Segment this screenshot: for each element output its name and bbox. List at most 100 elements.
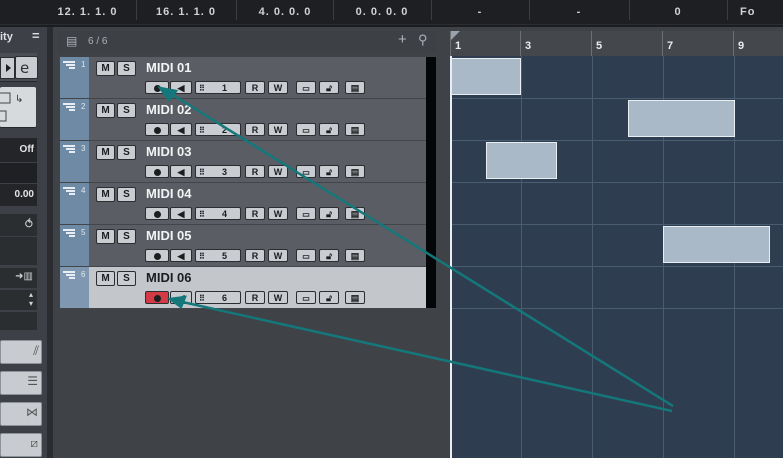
read-automation-button[interactable]: R <box>245 249 265 262</box>
edit-button[interactable]: ▤ <box>345 207 365 220</box>
solo-button[interactable]: S <box>117 271 136 286</box>
write-automation-button[interactable]: W <box>268 123 288 136</box>
midi-part[interactable] <box>663 226 770 263</box>
lock-button[interactable]: 🔓︎ <box>319 207 339 220</box>
status-cell-6[interactable]: - <box>530 0 628 24</box>
track-name[interactable]: MIDI 03 <box>146 144 192 159</box>
inspector-menu-icon[interactable]: = <box>32 28 40 43</box>
mute-button[interactable]: M <box>96 61 115 76</box>
instrument-button[interactable]: ▭ <box>296 291 316 304</box>
mute-button[interactable]: M <box>96 187 115 202</box>
inspector-value-row-off[interactable]: Off <box>0 138 37 162</box>
midi-channel-field[interactable]: ⠿ 3 <box>195 165 241 178</box>
monitor-button[interactable]: ◀ <box>170 207 192 220</box>
midi-channel-field[interactable]: ⠿ 2 <box>195 123 241 136</box>
status-cell-8[interactable]: Fo <box>740 0 783 24</box>
record-enable-button[interactable] <box>145 123 169 136</box>
track-color-strip[interactable]: 5 <box>60 225 89 266</box>
edit-button[interactable]: ▤ <box>345 165 365 178</box>
solo-button[interactable]: S <box>117 229 136 244</box>
midi-channel-field[interactable]: ⠿ 6 <box>195 291 241 304</box>
read-automation-button[interactable]: R <box>245 123 265 136</box>
track-row[interactable]: 6 M S MIDI 06 ◀ ⠿ 6 R W ▭ 🔓︎ ▤ <box>60 267 436 309</box>
project-cursor[interactable] <box>450 56 452 458</box>
midi-part[interactable] <box>628 100 735 137</box>
midi-part[interactable] <box>450 58 521 95</box>
track-row[interactable]: 4 M S MIDI 04 ◀ ⠿ 4 R W ▭ 🔓︎ ▤ <box>60 183 436 225</box>
record-enable-button[interactable] <box>145 165 169 178</box>
record-enable-button[interactable] <box>145 207 169 220</box>
track-name[interactable]: MIDI 05 <box>146 228 192 243</box>
track-name[interactable]: MIDI 01 <box>146 60 192 75</box>
track-color-strip[interactable]: 3 <box>60 141 89 182</box>
status-cell-5[interactable]: - <box>432 0 528 24</box>
midi-part[interactable] <box>486 142 557 179</box>
track-name[interactable]: MIDI 02 <box>146 102 192 117</box>
mute-button[interactable]: M <box>96 229 115 244</box>
inspector-section-expression[interactable]: ⫽ <box>0 340 42 364</box>
play-icon[interactable] <box>0 57 15 79</box>
instrument-button[interactable]: ▭ <box>296 81 316 94</box>
track-color-strip[interactable]: 1 <box>60 57 89 98</box>
track-row[interactable]: 3 M S MIDI 03 ◀ ⠿ 3 R W ▭ 🔓︎ ▤ <box>60 141 436 183</box>
solo-button[interactable]: S <box>117 187 136 202</box>
monitor-button[interactable]: ◀ <box>170 81 192 94</box>
edit-button[interactable]: ▤ <box>345 123 365 136</box>
output-arrow-icon[interactable]: ➜▥ <box>15 271 33 282</box>
status-cell-offset[interactable]: 0. 0. 0. 0 <box>334 0 430 24</box>
reset-icon[interactable]: ⥀ <box>25 217 33 231</box>
write-automation-button[interactable]: W <box>268 165 288 178</box>
record-enable-button[interactable] <box>145 291 169 304</box>
inspector-section-notepad[interactable]: ⧄ <box>0 433 42 457</box>
timeline-ruler[interactable]: 1 3 5 7 9 <box>450 31 783 56</box>
instrument-button[interactable]: ▭ <box>296 207 316 220</box>
read-automation-button[interactable]: R <box>245 207 265 220</box>
midi-channel-field[interactable]: ⠿ 4 <box>195 207 241 220</box>
instrument-button[interactable]: ▭ <box>296 123 316 136</box>
midi-channel-field[interactable]: ⠿ 1 <box>195 81 241 94</box>
status-cell-left-locator[interactable]: 12. 1. 1. 0 <box>40 0 135 24</box>
track-name[interactable]: MIDI 06 <box>146 270 192 285</box>
inspector-row-output[interactable]: ➜▥ <box>0 268 37 288</box>
midi-channel-field[interactable]: ⠿ 5 <box>195 249 241 262</box>
track-list-splitter[interactable] <box>426 57 436 308</box>
monitor-button[interactable]: ◀ <box>170 123 192 136</box>
record-enable-button[interactable] <box>145 249 169 262</box>
write-automation-button[interactable]: W <box>268 249 288 262</box>
instrument-button[interactable]: ▭ <box>296 249 316 262</box>
mute-button[interactable]: M <box>96 103 115 118</box>
add-track-icon[interactable]: + <box>398 31 407 48</box>
read-automation-button[interactable]: R <box>245 165 265 178</box>
status-cell-right-locator[interactable]: 16. 1. 1. 0 <box>137 0 235 24</box>
lock-button[interactable]: 🔓︎ <box>319 291 339 304</box>
track-name[interactable]: MIDI 04 <box>146 186 192 201</box>
solo-button[interactable]: S <box>117 103 136 118</box>
write-automation-button[interactable]: W <box>268 207 288 220</box>
write-automation-button[interactable]: W <box>268 291 288 304</box>
solo-button[interactable]: S <box>117 145 136 160</box>
track-row[interactable]: 1 M S MIDI 01 ◀ ⠿ 1 R W ▭ 🔓︎ ▤ <box>60 57 436 99</box>
lock-button[interactable]: 🔓︎ <box>319 123 339 136</box>
lock-button[interactable]: 🔓︎ <box>319 81 339 94</box>
track-color-strip[interactable]: 2 <box>60 99 89 140</box>
edit-button[interactable]: ▤ <box>345 291 365 304</box>
read-automation-button[interactable]: R <box>245 81 265 94</box>
inspector-row-dropdown[interactable]: ▴ ▾ <box>0 290 37 310</box>
track-row[interactable]: 5 M S MIDI 05 ◀ ⠿ 5 R W ▭ 🔓︎ ▤ <box>60 225 436 267</box>
search-icon[interactable]: ⚲ <box>418 32 428 48</box>
edit-button[interactable]: ▤ <box>345 81 365 94</box>
edit-instrument-icon[interactable]: e <box>15 56 38 79</box>
track-row[interactable]: 2 M S MIDI 02 ◀ ⠿ 2 R W ▭ 🔓︎ ▤ <box>60 99 436 141</box>
status-cell-length[interactable]: 4. 0. 0. 0 <box>237 0 333 24</box>
status-cell-7[interactable]: 0 <box>630 0 726 24</box>
inspector-section-midi-inserts[interactable]: ☰ <box>0 371 42 395</box>
monitor-button[interactable]: ◀ <box>170 291 192 304</box>
lock-button[interactable]: 🔓︎ <box>319 165 339 178</box>
inspector-section-midi-fader[interactable]: ⋈ <box>0 402 42 426</box>
track-color-strip[interactable]: 6 <box>60 267 89 308</box>
edit-button[interactable]: ▤ <box>345 249 365 262</box>
monitor-button[interactable]: ◀ <box>170 165 192 178</box>
lock-button[interactable]: 🔓︎ <box>319 249 339 262</box>
inspector-row-reset[interactable]: ⥀ <box>0 214 37 236</box>
inspector-routing-box[interactable]: ↳ <box>0 87 36 128</box>
